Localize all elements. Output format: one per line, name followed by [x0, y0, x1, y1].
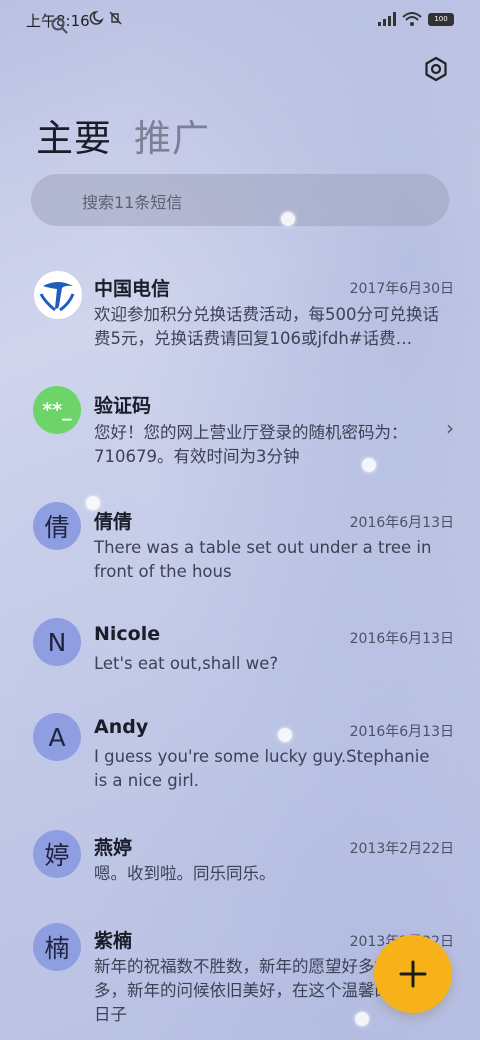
message-preview: 您好！您的网上营业厅登录的随机密码为：710679。有效时间为3分钟	[94, 423, 408, 466]
sender-name: 中国电信	[94, 278, 171, 300]
plus-icon	[399, 960, 427, 988]
avatar: A	[33, 713, 81, 761]
signal-icon	[378, 12, 396, 26]
conversation-item[interactable]: A Andy 2016年6月13日 I guess you're some lu…	[0, 705, 480, 805]
conversation-item[interactable]: 婷 燕婷 2013年2月22日 嗯。收到啦。同乐同乐。	[0, 822, 480, 902]
compose-button[interactable]	[374, 935, 452, 1013]
message-preview: 新年的祝福数不胜数，新年的愿望好多好多，新年的问候依旧美好，在这个温馨的日子	[94, 957, 391, 1024]
message-preview: 欢迎参加积分兑换话费活动，每500分可兑换话费5元，兑换话费请回复106或jfd…	[94, 305, 439, 348]
decorative-bubble	[355, 1012, 369, 1026]
avatar-telecom-logo	[33, 270, 83, 320]
conversation-item[interactable]: N Nicole 2016年6月13日 Let's eat out,shall …	[0, 612, 480, 692]
tab-promotions[interactable]: 推广	[134, 108, 210, 162]
sender-name: 燕婷	[94, 837, 133, 859]
conversation-item[interactable]: **_ 验证码 › 您好！您的网上营业厅登录的随机密码为：710679。有效时间…	[0, 380, 480, 480]
sender-name: Nicole	[94, 623, 161, 645]
status-right-icons: 100	[378, 11, 454, 27]
avatar: 楠	[33, 923, 81, 971]
settings-icon	[425, 56, 447, 82]
conversation-item[interactable]: 倩 倩倩 2016年6月13日 There was a table set ou…	[0, 496, 480, 596]
conversation-item[interactable]: 中国电信 2017年6月30日 欢迎参加积分兑换话费活动，每500分可兑换话费5…	[0, 262, 480, 362]
decorative-bubble	[281, 212, 295, 226]
tab-bar: 主要 推广	[36, 108, 210, 162]
message-preview: There was a table set out under a tree i…	[94, 538, 432, 581]
sender-name: Andy	[94, 716, 149, 738]
chevron-right-icon: ›	[446, 416, 454, 440]
avatar: 婷	[33, 830, 81, 878]
search-placeholder: 搜索11条短信	[82, 193, 183, 212]
china-telecom-logo-icon	[36, 273, 80, 317]
message-date: 2017年6月30日	[349, 281, 454, 297]
decorative-bubble	[278, 728, 292, 742]
avatar-verification: **_	[33, 386, 81, 434]
message-date: 2016年6月13日	[349, 724, 454, 740]
decorative-bubble	[362, 458, 376, 472]
sender-name: 紫楠	[94, 930, 133, 952]
decorative-bubble	[86, 496, 100, 510]
battery-icon: 100	[428, 12, 454, 26]
message-date: 2016年6月13日	[349, 515, 454, 531]
message-preview: Let's eat out,shall we?	[94, 654, 279, 673]
settings-button[interactable]	[422, 55, 450, 83]
message-preview: 嗯。收到啦。同乐同乐。	[94, 864, 276, 883]
status-bar: 上午8:16 100	[0, 0, 480, 40]
moon-and-mute-icon	[89, 11, 122, 25]
message-date: 2016年6月13日	[349, 631, 454, 647]
tab-main[interactable]: 主要	[36, 108, 112, 162]
message-preview: I guess you're some lucky guy.Stephanie …	[94, 747, 430, 790]
sender-name: 倩倩	[94, 511, 133, 533]
wifi-icon	[402, 12, 422, 26]
avatar: N	[33, 618, 81, 666]
status-left-icons	[88, 9, 128, 31]
avatar: 倩	[33, 502, 81, 550]
message-date: 2013年2月22日	[349, 841, 454, 857]
sender-name: 验证码	[94, 395, 152, 417]
search-icon	[51, 17, 68, 34]
